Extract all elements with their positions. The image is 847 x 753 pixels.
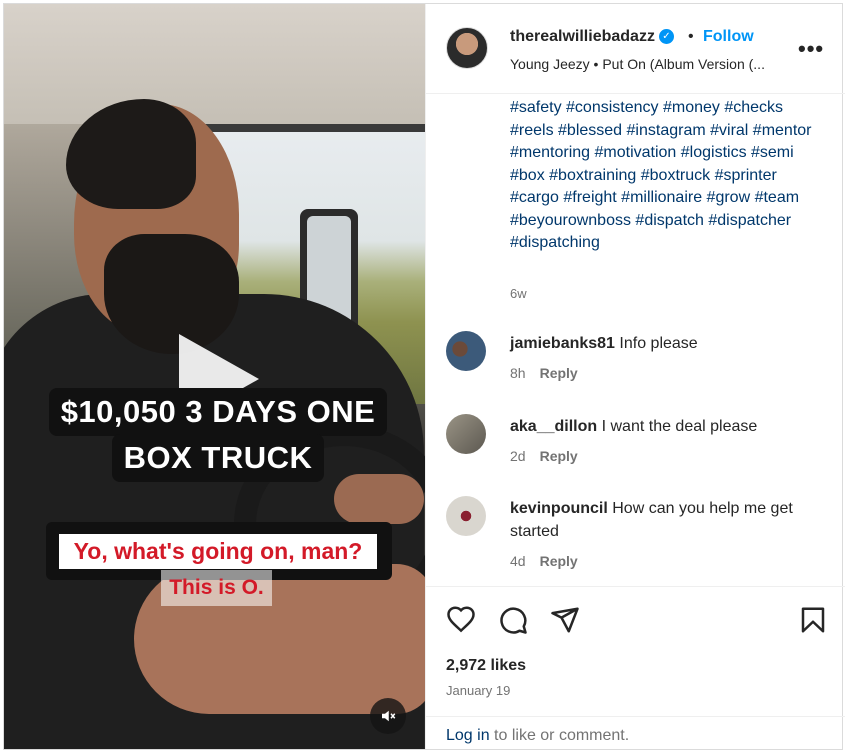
comment-time[interactable]: 2d [510, 448, 526, 464]
subtitle-secondary: This is O. [161, 570, 272, 606]
comment-time[interactable]: 8h [510, 365, 526, 381]
audio-track-link[interactable]: Young Jeezy • Put On (Album Version (... [510, 56, 765, 72]
post-date: January 19 [446, 683, 511, 698]
login-prompt-text: Log in to like or comment. [446, 727, 629, 745]
comment-username[interactable]: aka__dillon [510, 418, 597, 435]
reply-button[interactable]: Reply [540, 553, 578, 569]
comment-body: I want the deal please [601, 418, 758, 435]
reel-video[interactable]: $10,050 3 DAYS ONE BOX TRUCK Yo, what's … [4, 4, 425, 749]
comment-username[interactable]: jamiebanks81 [510, 335, 615, 352]
heart-icon[interactable] [446, 605, 478, 637]
post-modal: $10,050 3 DAYS ONE BOX TRUCK Yo, what's … [3, 3, 845, 750]
comment-text: kevinpouncil How can you help me get sta… [510, 498, 825, 543]
share-icon[interactable] [550, 605, 582, 637]
comment-text: jamiebanks81 Info please [510, 333, 825, 356]
speaker-muted-icon[interactable] [370, 698, 406, 734]
comment-meta: 4d Reply [510, 553, 578, 569]
post-actions: 2,972 likes January 19 [426, 586, 845, 716]
comment-icon[interactable] [498, 605, 530, 637]
comment-avatar[interactable] [446, 331, 486, 371]
comment-text: aka__dillon I want the deal please [510, 416, 825, 439]
comment-meta: 2d Reply [510, 448, 578, 464]
bookmark-icon[interactable] [798, 605, 830, 637]
overlay-line-2: BOX TRUCK [111, 434, 325, 482]
comments-section[interactable]: #safety #consistency #money #checks #ree… [426, 95, 845, 585]
likes-count[interactable]: 2,972 likes [446, 657, 526, 675]
post-sidebar: therealwilliebadazz ✓ • Follow Young Jeez… [425, 4, 845, 749]
reply-button[interactable]: Reply [540, 448, 578, 464]
video-overlay-title: $10,050 3 DAYS ONE BOX TRUCK [30, 388, 406, 482]
login-prompt: Log in to like or comment. [426, 716, 845, 749]
follow-button[interactable]: Follow [703, 28, 754, 46]
caption-hashtags[interactable]: #safety #consistency #money #checks #ree… [510, 97, 825, 255]
comment-time[interactable]: 4d [510, 553, 526, 569]
verified-badge-icon: ✓ [658, 29, 674, 45]
login-prompt-rest: to like or comment. [489, 727, 630, 744]
post-header: therealwilliebadazz ✓ • Follow Young Jeez… [426, 4, 845, 94]
login-link[interactable]: Log in [446, 727, 490, 744]
comment-avatar[interactable] [446, 496, 486, 536]
dot-separator: • [688, 28, 694, 45]
reply-button[interactable]: Reply [540, 365, 578, 381]
comment-body: Info please [619, 335, 698, 352]
post-username[interactable]: therealwilliebadazz ✓ [510, 28, 674, 46]
avatar[interactable] [446, 27, 488, 69]
caption-timestamp[interactable]: 6w [510, 286, 527, 301]
comment-username[interactable]: kevinpouncil [510, 500, 608, 517]
comment-avatar[interactable] [446, 414, 486, 454]
video-scene-roof [4, 4, 425, 124]
post-username-text[interactable]: therealwilliebadazz [510, 28, 655, 45]
overlay-line-1: $10,050 3 DAYS ONE [48, 388, 388, 436]
subtitle-main: Yo, what's going on, man? [59, 534, 377, 569]
comment-meta: 8h Reply [510, 365, 578, 381]
more-options-icon[interactable]: ••• [798, 36, 824, 62]
